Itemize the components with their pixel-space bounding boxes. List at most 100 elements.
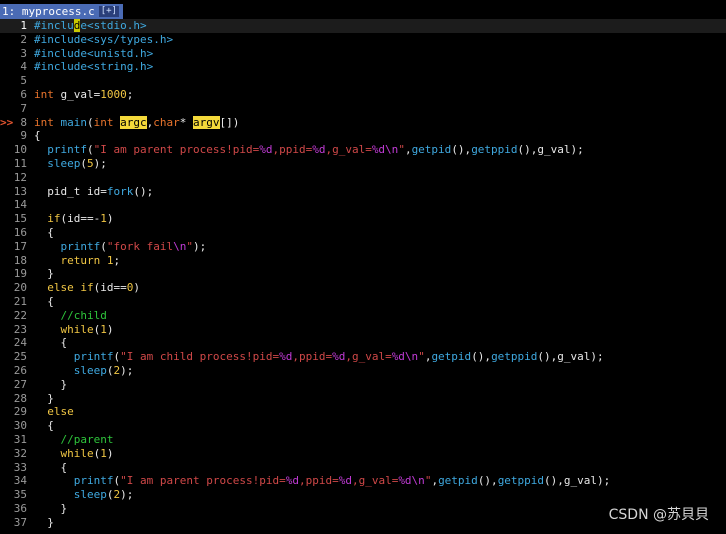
- code-line[interactable]: 2 #include<sys/types.h>: [0, 33, 726, 47]
- code-token: ,ppid=: [272, 143, 313, 157]
- code-line[interactable]: 15 if(id==-1): [0, 212, 726, 226]
- code-line[interactable]: 23 while(1): [0, 323, 726, 337]
- line-code: //child: [34, 309, 107, 323]
- code-line[interactable]: 30 {: [0, 419, 726, 433]
- line-number: 33: [13, 460, 27, 474]
- code-line[interactable]: 5: [0, 74, 726, 88]
- code-token: ,g_val=: [325, 143, 372, 157]
- code-token: (),g_val);: [544, 474, 611, 488]
- code-line[interactable]: >> 8 int main(int argc,char* argv[]): [0, 115, 726, 130]
- line-number: 26: [13, 363, 27, 377]
- code-line[interactable]: 24 {: [0, 336, 726, 350]
- code-line[interactable]: 16 {: [0, 226, 726, 240]
- code-line[interactable]: 13 pid_t id=fork();: [0, 185, 726, 199]
- code-line[interactable]: 4 #include<string.h>: [0, 60, 726, 74]
- code-line[interactable]: 32 while(1): [0, 447, 726, 461]
- line-code: else if(id==0): [34, 281, 140, 295]
- code-token: g_val=: [53, 87, 101, 101]
- code-token: %d\n: [398, 474, 425, 488]
- line-code: sleep(2);: [34, 363, 134, 378]
- code-token: #include: [34, 46, 87, 60]
- line-code: int g_val=1000;: [34, 88, 133, 102]
- code-token: ,ppid=: [292, 350, 333, 364]
- code-line[interactable]: 12: [0, 171, 726, 185]
- line-number: 8: [20, 115, 27, 129]
- code-token: #include: [34, 32, 87, 46]
- code-line[interactable]: 20 else if(id==0): [0, 281, 726, 295]
- code-line[interactable]: 21 {: [0, 295, 726, 309]
- line-code: }: [34, 378, 67, 392]
- code-line[interactable]: 10 printf("I am parent process!pid=%d,pp…: [0, 143, 726, 157]
- code-line[interactable]: 6 int g_val=1000;: [0, 88, 726, 102]
- line-code: int main(int argc,char* argv[]): [34, 115, 239, 130]
- code-token: ): [106, 322, 114, 336]
- code-token: #include: [34, 60, 87, 74]
- line-code: else: [34, 405, 74, 419]
- line-number: 31: [13, 432, 27, 446]
- code-line[interactable]: 3 #include<unistd.h>: [0, 47, 726, 61]
- code-token: ,: [404, 143, 412, 157]
- code-line[interactable]: 31 //parent: [0, 433, 726, 447]
- code-line[interactable]: 17 printf("fork fail\n");: [0, 240, 726, 254]
- code-line[interactable]: 34 printf("I am parent process!pid=%d,pp…: [0, 474, 726, 488]
- code-token: %d: [279, 350, 293, 364]
- line-code: pid_t id=fork();: [34, 185, 153, 199]
- code-line[interactable]: 27 }: [0, 378, 726, 392]
- code-token: (id==-: [60, 212, 101, 226]
- code-line[interactable]: 22 //child: [0, 309, 726, 323]
- code-line[interactable]: 11 sleep(5);: [0, 157, 726, 171]
- code-line[interactable]: 28 }: [0, 392, 726, 406]
- code-token: (: [106, 363, 114, 377]
- code-line[interactable]: 25 printf("I am child process!pid=%d,ppi…: [0, 350, 726, 364]
- code-token: printf: [60, 239, 101, 253]
- line-number: 20: [13, 281, 27, 295]
- code-token: %d\n: [391, 350, 419, 364]
- line-number: 1: [20, 19, 27, 32]
- code-token: }: [34, 377, 68, 391]
- line-code: printf("I am parent process!pid=%d,ppid=…: [34, 474, 611, 488]
- code-token: ;: [113, 253, 121, 267]
- code-line[interactable]: 19 }: [0, 267, 726, 281]
- line-code: }: [34, 516, 54, 530]
- code-token: 1: [100, 322, 107, 336]
- code-line[interactable]: 1 #include<stdio.h>: [0, 19, 726, 33]
- line-number: 35: [13, 488, 27, 502]
- code-line[interactable]: 35 sleep(2);: [0, 488, 726, 502]
- code-token: int: [93, 115, 114, 129]
- code-token: %d: [338, 474, 352, 488]
- code-line[interactable]: 9{: [0, 129, 726, 143]
- code-token: //parent: [60, 432, 114, 446]
- code-token: }: [34, 391, 54, 405]
- code-token: getpid: [438, 474, 478, 488]
- code-token: printf: [73, 474, 114, 488]
- code-token: if: [80, 281, 94, 295]
- code-token: printf: [73, 350, 114, 364]
- code-token: }: [34, 501, 68, 515]
- code-token: "I am parent process!pid=: [93, 143, 260, 157]
- code-editor[interactable]: 1 #include<stdio.h> 2 #include<sys/types.h>…: [0, 19, 726, 529]
- line-code: {: [34, 295, 54, 309]
- code-token: <stdio.h>: [87, 19, 147, 32]
- line-code: #include<string.h>: [34, 60, 153, 74]
- line-number: 18: [13, 253, 27, 267]
- code-line[interactable]: 26 sleep(2);: [0, 364, 726, 378]
- code-line[interactable]: 18 return 1;: [0, 254, 726, 268]
- code-token: (: [100, 239, 107, 253]
- line-code: printf("fork fail\n");: [34, 239, 207, 254]
- line-number: 5: [20, 74, 27, 88]
- code-token: ): [106, 446, 114, 460]
- code-token: (id==: [93, 281, 127, 295]
- code-token: {: [34, 225, 54, 239]
- code-line[interactable]: 7: [0, 102, 726, 116]
- line-code: }: [34, 392, 54, 406]
- code-line[interactable]: 29 else: [0, 405, 726, 419]
- tab-myprocess-c[interactable]: 1: myprocess.c [+]: [0, 3, 123, 19]
- code-line[interactable]: 33 {: [0, 461, 726, 475]
- code-line[interactable]: 14: [0, 198, 726, 212]
